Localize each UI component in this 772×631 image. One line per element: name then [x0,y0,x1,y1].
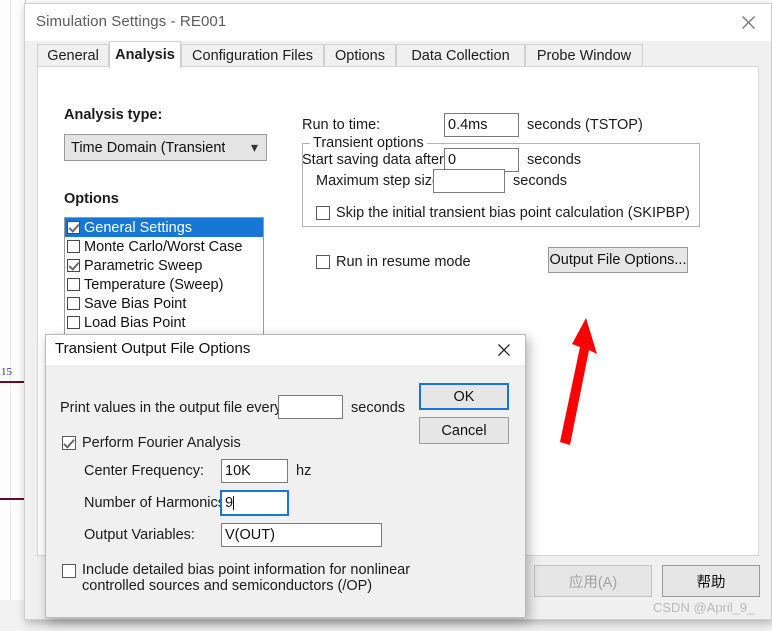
print-values-input[interactable] [278,395,343,419]
close-icon[interactable] [483,335,525,365]
list-item-label: General Settings [84,219,193,236]
background-left-strip [0,0,26,631]
tab-probe-window[interactable]: Probe Window [525,44,643,67]
checkbox-icon[interactable] [67,278,80,291]
tab-options[interactable]: Options [324,44,396,67]
dialog-title: Transient Output File Options [55,340,251,357]
output-variables-input[interactable]: V(OUT) [221,523,382,547]
center-frequency-input[interactable]: 10K [221,459,288,483]
analysis-type-value: Time Domain (Transient [71,139,226,156]
skipbp-checkbox-row[interactable]: Skip the initial transient bias point ca… [316,205,690,221]
list-item-label: Monte Carlo/Worst Case [84,238,243,255]
dialog-title-bar: Transient Output File Options [46,335,525,365]
run-to-time-input[interactable]: 0.4ms [444,113,519,137]
number-of-harmonics-label: Number of Harmonics: [84,495,230,511]
help-button[interactable]: 帮助 [662,565,760,597]
list-item-label: Parametric Sweep [84,257,203,274]
background-vertical-rule-2 [10,0,11,631]
run-to-time-label: Run to time: [302,117,381,133]
print-values-units: seconds [351,400,406,416]
checkbox-icon[interactable] [67,297,80,310]
output-file-options-button[interactable]: Output File Options... [548,247,688,273]
checkbox-icon[interactable] [62,436,76,450]
options-listbox[interactable]: General Settings Monte Carlo/Worst Case … [64,217,264,339]
resume-mode-label: Run in resume mode [336,254,471,270]
run-to-time-units: seconds (TSTOP) [527,117,643,133]
checkbox-icon[interactable] [67,259,80,272]
skipbp-label: Skip the initial transient bias point ca… [336,205,690,221]
checkbox-icon[interactable] [67,221,80,234]
number-of-harmonics-input[interactable]: 9 [220,490,289,516]
watermark-text: CSDN @April_9_ [653,600,755,615]
center-frequency-units: hz [296,463,312,479]
background-page-number: 15 [1,366,12,378]
background-rule-top [0,381,25,383]
perform-fourier-analysis-row[interactable]: Perform Fourier Analysis [62,435,241,451]
checkbox-icon[interactable] [316,206,330,220]
tab-analysis[interactable]: Analysis [109,41,181,68]
transient-options-group-title: Transient options [310,135,427,151]
list-item[interactable]: General Settings [65,218,263,237]
text-caret [233,496,235,510]
ok-button[interactable]: OK [419,383,509,410]
tab-general[interactable]: General [37,44,109,67]
window-title-bar: Simulation Settings - RE001 [25,4,771,41]
list-item-label: Save Bias Point [84,295,187,312]
include-bias-point-row[interactable]: Include detailed bias point information … [62,562,410,594]
max-step-input[interactable] [433,169,505,193]
tab-bar: General Analysis Configuration Files Opt… [25,41,771,68]
list-item-label: Temperature (Sweep) [84,276,224,293]
list-item[interactable]: Monte Carlo/Worst Case [65,237,263,256]
checkbox-icon[interactable] [316,255,330,269]
analysis-type-label: Analysis type: [64,107,163,123]
list-item[interactable]: Load Bias Point [65,313,263,332]
background-rule-bottom [0,498,25,500]
checkbox-icon[interactable] [62,564,76,578]
include-bias-point-label-line1: Include detailed bias point information … [82,562,411,578]
checkbox-icon[interactable] [67,316,80,329]
list-item[interactable]: Save Bias Point [65,294,263,313]
resume-mode-checkbox-row[interactable]: Run in resume mode [316,254,471,270]
cancel-button[interactable]: Cancel [419,417,509,444]
close-icon[interactable] [725,4,771,41]
tab-data-collection[interactable]: Data Collection [396,44,525,67]
list-item[interactable]: Parametric Sweep [65,256,263,275]
apply-button[interactable]: 应用(A) [534,565,652,597]
center-frequency-label: Center Frequency: [84,463,205,479]
tab-configuration-files[interactable]: Configuration Files [181,44,324,67]
print-values-label: Print values in the output file every: [60,400,286,416]
window-title: Simulation Settings - RE001 [36,13,227,30]
max-step-label: Maximum step size: [316,173,445,189]
output-variables-label: Output Variables: [84,527,195,543]
list-item-label: Load Bias Point [84,314,186,331]
perform-fourier-analysis-label: Perform Fourier Analysis [82,435,241,451]
chevron-down-icon: ▾ [250,139,258,155]
analysis-type-select[interactable]: Time Domain (Transient ▾ [64,134,267,161]
max-step-units: seconds [513,173,568,189]
include-bias-point-label-line2: controlled sources and semiconductors (/… [82,578,373,594]
checkbox-icon[interactable] [67,240,80,253]
list-item[interactable]: Temperature (Sweep) [65,275,263,294]
number-of-harmonics-value: 9 [225,495,234,511]
transient-output-file-options-dialog: Transient Output File Options Print valu… [45,334,526,618]
options-label: Options [64,191,119,207]
